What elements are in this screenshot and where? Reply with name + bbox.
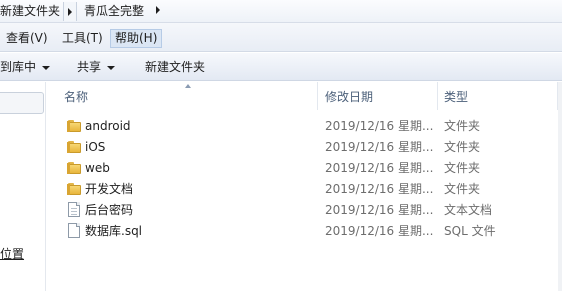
share-button[interactable]: 共享	[77, 58, 116, 76]
address-bar[interactable]: 新建文件夹 青瓜全完整	[0, 0, 562, 23]
file-modified: 2019/12/16 星期...	[325, 161, 434, 175]
file-modified: 2019/12/16 星期...	[325, 224, 434, 238]
menu-bar: 查看(V) 工具(T) 帮助(H)	[0, 23, 562, 52]
breadcrumb-separator[interactable]	[63, 2, 77, 21]
file-list: 名称 修改日期 类型 android 2019/12/16 星期... 文件夹 …	[47, 82, 562, 291]
chevron-right-icon	[68, 8, 72, 16]
vertical-scrollbar[interactable]	[558, 82, 562, 291]
menu-view[interactable]: 查看(V)	[2, 29, 52, 48]
chevron-down-icon	[107, 65, 116, 70]
nav-item-highlight[interactable]	[0, 92, 44, 114]
chevron-right-icon[interactable]	[156, 6, 160, 14]
breadcrumb-current-folder[interactable]: 青瓜全完整	[84, 3, 144, 20]
file-row[interactable]: 开发文档 2019/12/16 星期... 文件夹	[47, 179, 562, 200]
file-modified: 2019/12/16 星期...	[325, 140, 434, 154]
file-row[interactable]: 数据库.sql 2019/12/16 星期... SQL 文件	[47, 221, 562, 242]
file-type: SQL 文件	[444, 224, 496, 238]
file-name: 开发文档	[85, 182, 134, 196]
text-file-icon	[67, 202, 81, 218]
file-modified: 2019/12/16 星期...	[325, 182, 434, 196]
navigation-pane: 位置	[0, 82, 46, 291]
file-row[interactable]: web 2019/12/16 星期... 文件夹	[47, 158, 562, 179]
file-name: 后台密码	[85, 203, 134, 217]
file-modified: 2019/12/16 星期...	[325, 119, 434, 133]
breadcrumb-new-folder[interactable]: 新建文件夹	[0, 3, 60, 20]
folder-icon	[67, 118, 81, 134]
folder-icon	[67, 139, 81, 155]
share-label: 共享	[77, 60, 102, 74]
column-divider[interactable]	[317, 82, 318, 110]
column-modified-header[interactable]: 修改日期	[325, 89, 373, 105]
file-row[interactable]: iOS 2019/12/16 星期... 文件夹	[47, 137, 562, 158]
column-type-header[interactable]: 类型	[444, 89, 468, 105]
sort-ascending-icon	[185, 84, 191, 88]
file-type: 文件夹	[444, 182, 481, 196]
file-row[interactable]: 后台密码 2019/12/16 星期... 文本文档	[47, 200, 562, 221]
sql-file-icon	[67, 223, 81, 239]
file-row[interactable]: android 2019/12/16 星期... 文件夹	[47, 116, 562, 137]
nav-location-link[interactable]: 位置	[0, 246, 24, 262]
command-toolbar: 到库中 共享 新建文件夹	[0, 53, 562, 81]
file-type: 文件夹	[444, 140, 481, 154]
file-name: android	[85, 119, 131, 133]
include-in-library-label: 到库中	[0, 60, 37, 74]
chevron-down-icon	[42, 65, 51, 70]
folder-icon	[67, 181, 81, 197]
file-name: web	[85, 161, 110, 175]
file-modified: 2019/12/16 星期...	[325, 203, 434, 217]
file-type: 文件夹	[444, 119, 481, 133]
menu-tools[interactable]: 工具(T)	[58, 29, 107, 48]
include-in-library-button[interactable]: 到库中	[0, 58, 51, 76]
file-name: iOS	[85, 140, 106, 154]
column-header: 名称 修改日期 类型	[47, 82, 562, 110]
folder-icon	[67, 160, 81, 176]
file-name: 数据库.sql	[85, 224, 143, 238]
file-type: 文件夹	[444, 161, 481, 175]
file-type: 文本文档	[444, 203, 493, 217]
column-divider[interactable]	[437, 82, 438, 110]
menu-help[interactable]: 帮助(H)	[110, 29, 163, 48]
new-folder-button[interactable]: 新建文件夹	[145, 58, 205, 76]
column-name-header[interactable]: 名称	[64, 89, 88, 105]
